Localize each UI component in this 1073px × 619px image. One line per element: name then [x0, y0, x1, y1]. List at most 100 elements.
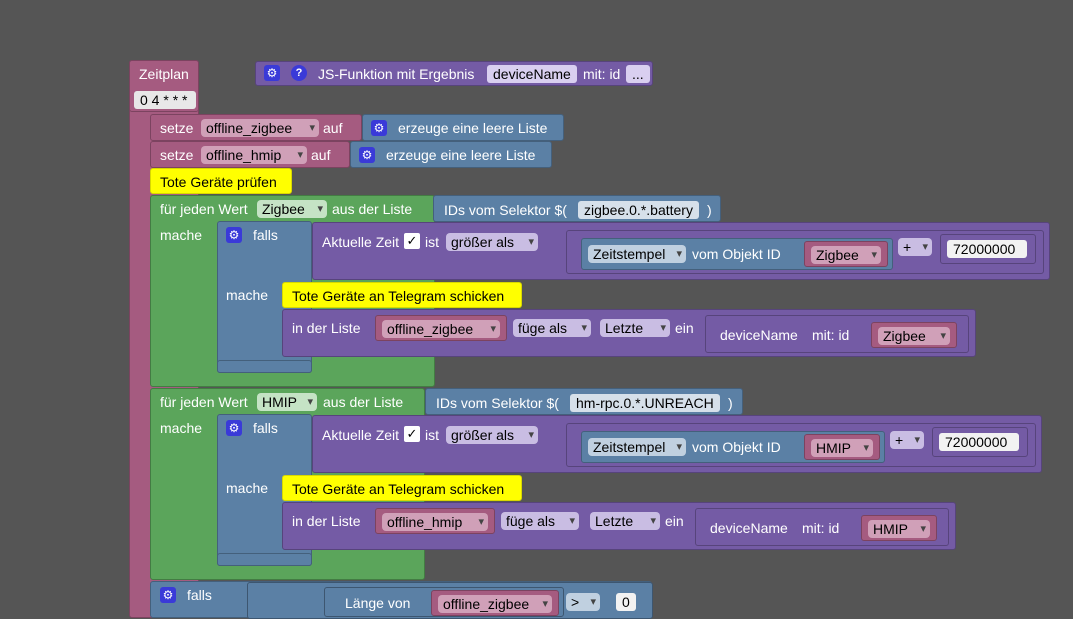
object-var-dropdown[interactable]: Zigbee — [811, 246, 881, 264]
compare-block[interactable]: Aktuelle Zeit ✓ ist größer als Zeitstemp… — [312, 415, 1042, 473]
object-var-dropdown[interactable]: HMIP — [811, 439, 873, 457]
compare-op-dropdown[interactable]: > — [566, 593, 600, 611]
length-block[interactable]: Länge von offline_zigbee — [324, 587, 564, 617]
insert-mode-dropdown[interactable]: füge als — [513, 319, 591, 337]
if-block-bottom[interactable]: ⚙ falls Länge von offline_zigbee > 0 — [150, 581, 653, 619]
loop-var-dropdown[interactable]: HMIP — [257, 393, 317, 411]
compare-block[interactable]: Länge von offline_zigbee > 0 — [247, 582, 653, 619]
js-function-name-field[interactable]: deviceName — [487, 65, 577, 83]
schedule-cron-field[interactable]: 0 4 * * * — [134, 91, 196, 109]
number-block[interactable]: 72000000 — [940, 234, 1036, 264]
do-label: mache — [160, 227, 203, 243]
if-label: falls — [187, 587, 212, 603]
gear-icon[interactable]: ⚙ — [226, 227, 242, 243]
timestamp-block[interactable]: Zeitstempel vom Objekt ID HMIP — [581, 431, 885, 463]
for-each-label: für jeden Wert — [160, 394, 248, 410]
schedule-label: Zeitplan — [139, 66, 189, 82]
device-name-param: mit: id — [812, 327, 850, 343]
help-icon[interactable]: ? — [291, 65, 307, 81]
device-name-call[interactable]: deviceName mit: id HMIP — [695, 508, 949, 546]
timestamp-dropdown[interactable]: Zeitstempel — [588, 245, 686, 263]
gear-icon[interactable]: ⚙ — [359, 147, 375, 163]
object-id-label: vom Objekt ID — [692, 246, 781, 262]
then-label: mache — [226, 480, 269, 496]
add-value-field[interactable]: 72000000 — [947, 240, 1027, 258]
js-function-label: JS-Funktion mit Ergebnis — [318, 66, 475, 82]
selector-block[interactable]: IDs vom Selektor $( hm-rpc.0.*.UNREACH ) — [425, 388, 743, 415]
list-var-block[interactable]: offline_hmip — [375, 508, 495, 534]
js-function-block[interactable]: ⚙ ? JS-Funktion mit Ergebnis deviceName … — [255, 61, 653, 86]
loop-var-dropdown[interactable]: Zigbee — [257, 200, 327, 218]
number-block[interactable]: 72000000 — [932, 427, 1028, 457]
object-var-block[interactable]: Zigbee — [804, 241, 888, 267]
operator-dropdown[interactable]: größer als — [446, 426, 538, 444]
from-list-label: aus der Liste — [323, 394, 404, 410]
selector-field[interactable]: hm-rpc.0.*.UNREACH — [570, 394, 720, 412]
math-block[interactable]: Zeitstempel vom Objekt ID HMIP + 7200000… — [566, 423, 1036, 467]
insert-list-block[interactable]: in der Liste offline_hmip füge als Letzt… — [282, 502, 956, 550]
js-function-param-label: mit: id — [583, 66, 621, 82]
js-function-more-button[interactable]: ... — [626, 65, 650, 83]
timestamp-dropdown[interactable]: Zeitstempel — [588, 438, 686, 456]
compare-block[interactable]: Aktuelle Zeit ✓ ist größer als Zeitstemp… — [312, 222, 1050, 280]
device-name-param: mit: id — [802, 520, 840, 536]
gear-icon[interactable]: ⚙ — [226, 420, 242, 436]
set-block-hmip[interactable]: setze offline_hmip auf — [150, 141, 350, 168]
length-var-block[interactable]: offline_zigbee — [431, 590, 559, 616]
selector-close: ) — [728, 395, 733, 411]
empty-list-block-2[interactable]: ⚙ erzeuge eine leere Liste — [350, 141, 552, 168]
device-var-dropdown[interactable]: HMIP — [868, 520, 930, 538]
device-var-dropdown[interactable]: Zigbee — [878, 327, 950, 345]
selector-close: ) — [707, 202, 712, 218]
set-label: setze — [160, 120, 194, 136]
list-var-block[interactable]: offline_zigbee — [375, 315, 507, 341]
length-var-dropdown[interactable]: offline_zigbee — [438, 595, 552, 613]
object-id-label: vom Objekt ID — [692, 439, 781, 455]
gear-icon[interactable]: ⚙ — [160, 587, 176, 603]
gear-icon[interactable]: ⚙ — [371, 120, 387, 136]
device-name-call[interactable]: deviceName mit: id Zigbee — [705, 315, 969, 353]
position-dropdown[interactable]: Letzte — [600, 319, 670, 337]
for-each-label: für jeden Wert — [160, 201, 248, 217]
timestamp-block[interactable]: Zeitstempel vom Objekt ID Zigbee — [581, 238, 893, 270]
list-var-dropdown[interactable]: offline_zigbee — [382, 320, 500, 338]
empty-list-block-1[interactable]: ⚙ erzeuge eine leere Liste — [362, 114, 564, 141]
position-dropdown[interactable]: Letzte — [590, 512, 660, 530]
operator-dropdown[interactable]: größer als — [446, 233, 538, 251]
set-var-dropdown[interactable]: offline_zigbee — [201, 119, 319, 137]
current-time-label: Aktuelle Zeit — [322, 234, 400, 250]
is-label: ist — [425, 234, 439, 250]
current-time-label: Aktuelle Zeit — [322, 427, 400, 443]
plus-dropdown[interactable]: + — [890, 431, 924, 449]
if-bottom-arm — [217, 360, 312, 373]
comment-block[interactable]: Tote Geräte prüfen — [150, 168, 292, 194]
insert-list-block[interactable]: in der Liste offline_zigbee füge als Let… — [282, 309, 976, 357]
set-to-label: auf — [311, 147, 331, 163]
then-label: mache — [226, 287, 269, 303]
checkbox[interactable]: ✓ — [404, 426, 420, 442]
list-var-dropdown[interactable]: offline_hmip — [382, 513, 488, 531]
set-var-dropdown[interactable]: offline_hmip — [201, 146, 307, 164]
device-var-block[interactable]: HMIP — [861, 515, 937, 541]
comment-block[interactable]: Tote Geräte an Telegram schicken — [282, 475, 522, 501]
length-label: Länge von — [345, 595, 411, 611]
if-label: falls — [253, 420, 278, 436]
insert-mode-dropdown[interactable]: füge als — [501, 512, 579, 530]
comment-text: Tote Geräte prüfen — [160, 174, 277, 190]
do-label: mache — [160, 420, 203, 436]
empty-list-label: erzeuge eine leere Liste — [386, 147, 536, 163]
empty-list-label: erzeuge eine leere Liste — [398, 120, 548, 136]
device-var-block[interactable]: Zigbee — [871, 322, 957, 348]
compare-value-field[interactable]: 0 — [616, 593, 636, 611]
selector-block[interactable]: IDs vom Selektor $( zigbee.0.*.battery ) — [433, 195, 721, 222]
object-var-block[interactable]: HMIP — [804, 434, 880, 460]
set-block-zigbee[interactable]: setze offline_zigbee auf — [150, 114, 362, 141]
comment-block[interactable]: Tote Geräte an Telegram schicken — [282, 282, 522, 308]
gear-icon[interactable]: ⚙ — [264, 65, 280, 81]
checkbox[interactable]: ✓ — [404, 233, 420, 249]
selector-field[interactable]: zigbee.0.*.battery — [578, 201, 699, 219]
plus-dropdown[interactable]: + — [898, 238, 932, 256]
math-block[interactable]: Zeitstempel vom Objekt ID Zigbee + 72000… — [566, 230, 1044, 274]
if-label: falls — [253, 227, 278, 243]
add-value-field[interactable]: 72000000 — [939, 433, 1019, 451]
